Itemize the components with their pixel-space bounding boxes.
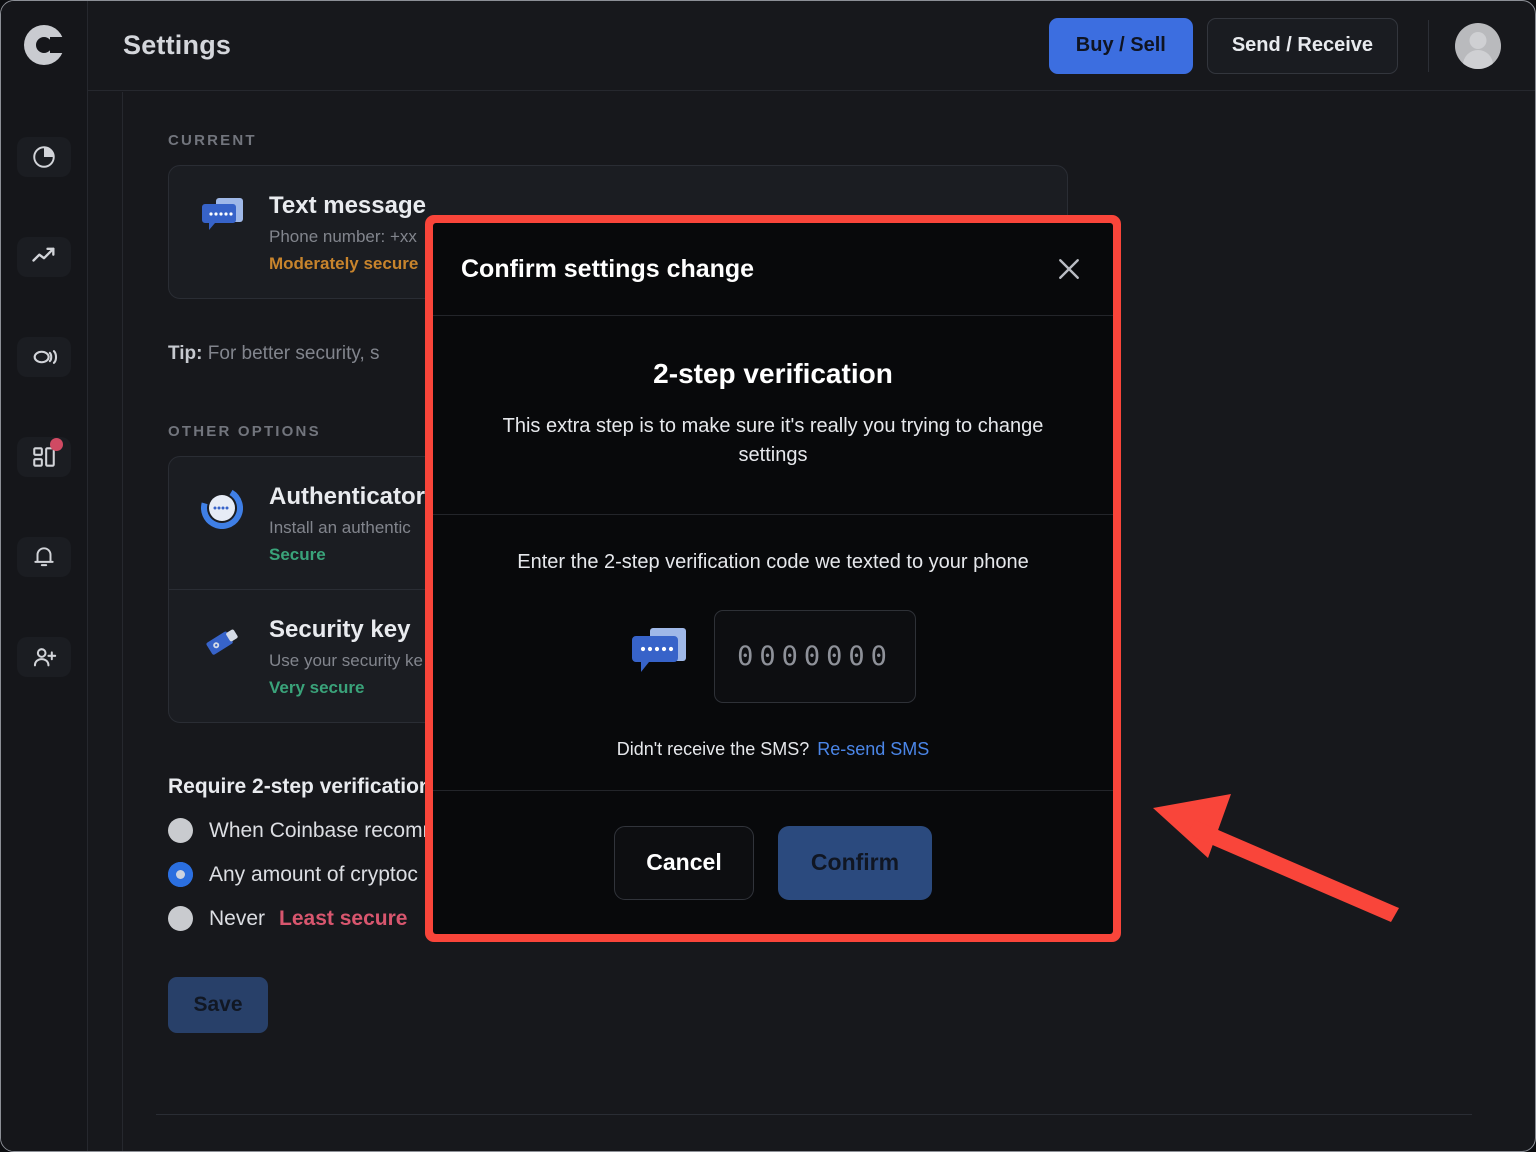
sidebar-item-notifications[interactable] [17,537,71,577]
confirm-settings-change-modal: Confirm settings change 2-step verificat… [433,223,1113,934]
annotation-highlight-rectangle: Confirm settings change 2-step verificat… [425,215,1121,942]
radio-dot[interactable] [168,818,193,843]
notification-badge [50,438,63,451]
sidebar-item-invite[interactable] [17,637,71,677]
modal-code-section: Enter the 2-step verification code we te… [433,515,1113,791]
radio-label: When Coinbase recomm [209,819,440,843]
avatar-body [1463,50,1493,69]
sms-icon [201,192,269,274]
modal-intro-section: 2-step verification This extra step is t… [433,316,1113,515]
sms-bubble-icon [630,625,692,688]
authenticator-icon [201,483,269,565]
resend-row: Didn't receive the SMS? Re-send SMS [473,739,1073,760]
send-eye-icon [30,343,58,371]
tip-prefix: Tip: [168,343,202,364]
confirm-button[interactable]: Confirm [778,826,932,900]
header-actions: Buy / Sell Send / Receive [1049,1,1536,90]
verification-code-input[interactable] [714,610,916,703]
trending-up-icon [30,243,58,271]
sidebar-item-portfolio[interactable] [17,137,71,177]
sidebar-item-dashboard[interactable] [17,437,71,477]
radio-label: Any amount of cryptoc [209,863,418,887]
code-entry-area [473,610,1073,703]
current-section-label: CURRENT [168,132,1536,149]
app-window: Settings Buy / Sell Send / Receive CURRE… [0,0,1536,1152]
modal-title: Confirm settings change [461,255,754,284]
close-icon[interactable] [1049,249,1089,289]
bell-icon [31,544,57,570]
radio-dot[interactable] [168,906,193,931]
modal-footer: Cancel Confirm [433,791,1113,934]
buy-sell-button[interactable]: Buy / Sell [1049,18,1193,74]
sidebar-item-trade[interactable] [17,237,71,277]
radio-dot-selected[interactable] [168,862,193,887]
modal-header: Confirm settings change [433,223,1113,316]
add-person-icon [31,644,58,671]
security-key-icon [201,616,269,698]
save-button[interactable]: Save [168,977,268,1033]
pie-chart-icon [31,144,57,170]
resend-sms-link[interactable]: Re-send SMS [817,739,929,759]
page-title: Settings [123,30,231,61]
header-divider [1428,20,1429,72]
avatar-head [1470,32,1487,49]
modal-intro-body: This extra step is to make sure it's rea… [483,412,1063,470]
radio-label: Never [209,907,265,931]
top-header: Settings Buy / Sell Send / Receive [88,1,1536,91]
sidebar [1,1,88,1152]
sidebar-item-transfer[interactable] [17,337,71,377]
send-receive-button[interactable]: Send / Receive [1207,18,1398,74]
code-prompt: Enter the 2-step verification code we te… [473,551,1073,574]
cancel-button[interactable]: Cancel [614,826,754,900]
avatar[interactable] [1455,23,1501,69]
bottom-divider [156,1114,1472,1115]
resend-question: Didn't receive the SMS? [617,739,810,759]
coinbase-logo[interactable] [22,23,66,67]
tip-body: For better security, s [208,343,380,364]
status-badge-least-secure: Least secure [279,907,407,931]
modal-intro-title: 2-step verification [483,358,1063,390]
